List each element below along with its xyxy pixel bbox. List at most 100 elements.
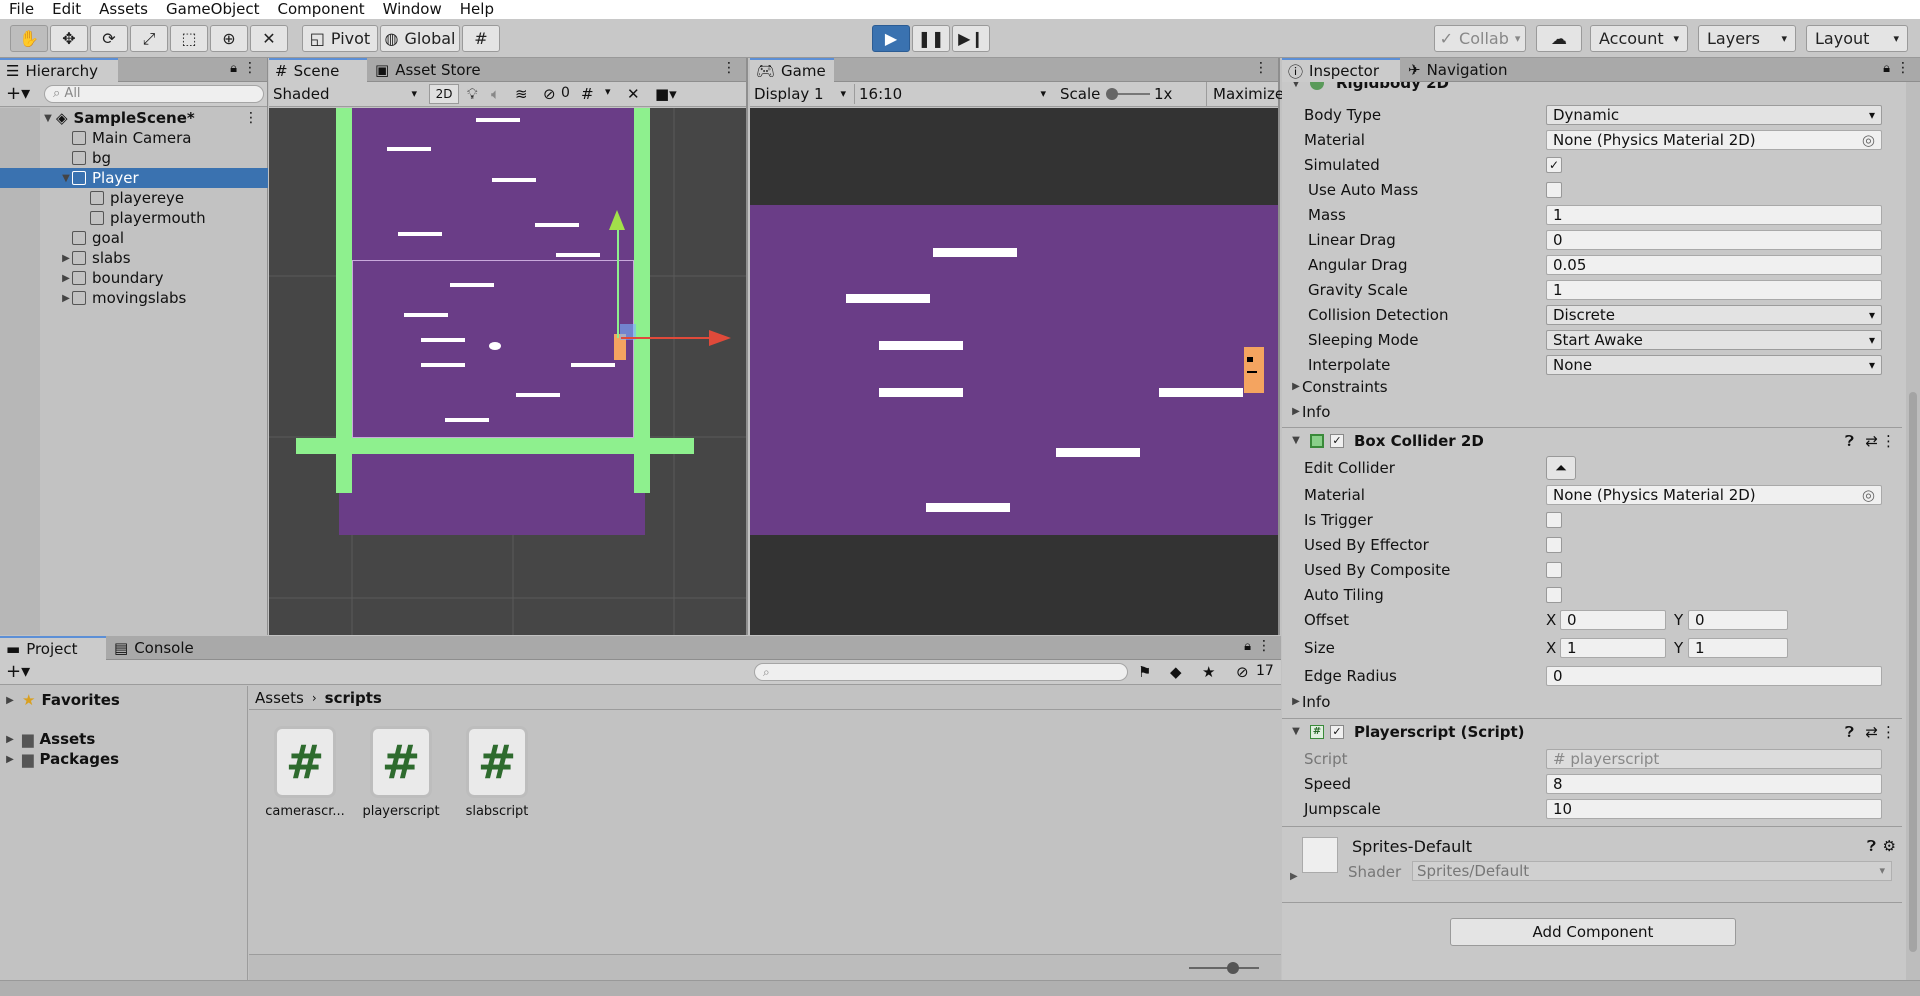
- filter-type-icon[interactable]: ⚑: [1138, 663, 1151, 681]
- step-button[interactable]: ▶❙: [952, 25, 990, 52]
- rigidbody-object-field[interactable]: None (Physics Material 2D) ◎: [1546, 129, 1882, 150]
- move-handle-y-axis[interactable]: [617, 228, 619, 338]
- kebab-menu-icon[interactable]: ⋮: [243, 60, 257, 76]
- layers-dropdown[interactable]: Layers ▾: [1698, 25, 1796, 52]
- playerscript-enabled-checkbox[interactable]: ✓: [1330, 724, 1344, 739]
- chevron-down-icon[interactable]: ▼: [60, 173, 72, 184]
- icon-size-slider-handle[interactable]: [1227, 962, 1239, 974]
- tab-scene[interactable]: # Scene: [269, 58, 367, 82]
- tab-inspector[interactable]: ⓘ Inspector: [1282, 58, 1400, 82]
- tab-console[interactable]: ▤ Console: [108, 636, 204, 660]
- menu-component[interactable]: Component: [269, 0, 374, 19]
- hierarchy-item[interactable]: Main Camera: [0, 128, 268, 148]
- breadcrumb-scripts[interactable]: scripts: [325, 689, 382, 707]
- inspector-scrollbar[interactable]: [1906, 82, 1920, 980]
- object-picker-icon[interactable]: ◎: [1862, 131, 1875, 149]
- play-button[interactable]: ▶: [872, 25, 910, 52]
- menu-window[interactable]: Window: [374, 0, 451, 19]
- gear-icon[interactable]: ⚙: [1883, 837, 1896, 855]
- custom-tool-button[interactable]: ✕: [250, 25, 288, 52]
- collider-info-foldout[interactable]: ▶ Info: [1282, 689, 1902, 714]
- scale-tool-button[interactable]: ⤢: [130, 25, 168, 52]
- kebab-menu-icon[interactable]: ⋮: [722, 60, 736, 76]
- hierarchy-item[interactable]: bg: [0, 148, 268, 168]
- tab-hierarchy[interactable]: ☰ Hierarchy: [0, 58, 118, 82]
- offset-x-field[interactable]: 0: [1560, 609, 1666, 630]
- hierarchy-item[interactable]: ▶ boundary: [0, 268, 268, 288]
- menu-assets[interactable]: Assets: [90, 0, 157, 19]
- inspector-scroll-thumb[interactable]: [1909, 392, 1917, 952]
- rigidbody-checkbox[interactable]: [1546, 181, 1562, 198]
- packages-row[interactable]: ▶ ▆ Packages: [0, 749, 248, 769]
- star-icon[interactable]: ★: [1202, 663, 1215, 681]
- edit-collider-button[interactable]: ⏶: [1546, 455, 1576, 480]
- playerscript-header[interactable]: ▼ # ✓ Playerscript (Script) ❓︎ ⇄ ⋮: [1282, 718, 1902, 744]
- script-asset[interactable]: # playerscript: [358, 726, 444, 819]
- label-icon[interactable]: ◆: [1170, 663, 1182, 681]
- breadcrumb-assets[interactable]: Assets: [255, 689, 304, 707]
- is-trigger-checkbox[interactable]: [1546, 511, 1562, 528]
- assets-row[interactable]: ▶ ▆ Assets: [0, 729, 248, 749]
- display-dropdown[interactable]: Display 1 ▾: [754, 84, 850, 104]
- collab-dropdown[interactable]: ✓ Collab ▾: [1434, 25, 1526, 52]
- chevron-right-icon[interactable]: ▶: [60, 273, 72, 284]
- scene-viewport[interactable]: [269, 108, 746, 635]
- menu-help[interactable]: Help: [451, 0, 503, 19]
- script-asset[interactable]: # slabscript: [454, 726, 540, 819]
- chevron-right-icon[interactable]: ▶: [60, 253, 72, 264]
- info-foldout[interactable]: ▶ Info: [1282, 399, 1902, 424]
- box-collider-enabled-checkbox[interactable]: ✓: [1330, 433, 1344, 448]
- favorites-row[interactable]: ▶ ★ Favorites: [0, 690, 248, 710]
- tab-game[interactable]: 🎮︎ Game: [750, 58, 834, 82]
- rotate-tool-button[interactable]: ⟳: [90, 25, 128, 52]
- kebab-menu-icon[interactable]: ⋮: [1881, 723, 1896, 741]
- collider-material-field[interactable]: None (Physics Material 2D) ◎: [1546, 484, 1882, 505]
- used-by-composite-checkbox[interactable]: [1546, 561, 1562, 578]
- transform-tool-button[interactable]: ⊕: [210, 25, 248, 52]
- size-y-field[interactable]: 1: [1688, 637, 1788, 658]
- grid-toggle-icon[interactable]: #: [581, 85, 594, 103]
- scene-root-row[interactable]: ▼ ◈ SampleScene* ⋮: [0, 108, 268, 128]
- hierarchy-item[interactable]: ▼ Player: [0, 168, 268, 188]
- rigidbody-number-field[interactable]: 0: [1546, 229, 1882, 250]
- hand-tool-button[interactable]: ✋: [10, 25, 48, 52]
- move-arrow-x-icon[interactable]: [709, 330, 731, 346]
- kebab-menu-icon[interactable]: ⋮: [1254, 60, 1268, 76]
- jumpscale-field[interactable]: 10: [1546, 798, 1882, 819]
- hierarchy-search-input[interactable]: ⌕ All: [44, 85, 264, 103]
- hierarchy-item[interactable]: playereye: [0, 188, 268, 208]
- cloud-button[interactable]: ☁: [1536, 25, 1582, 52]
- rigidbody-dropdown[interactable]: None: [1546, 354, 1882, 375]
- pivot-toggle[interactable]: ◱ Pivot: [302, 25, 378, 52]
- rigidbody-dropdown[interactable]: Start Awake: [1546, 329, 1882, 350]
- help-icon[interactable]: ❓︎: [1867, 837, 1876, 855]
- tab-asset-store[interactable]: ▣ Asset Store: [369, 58, 491, 82]
- constraints-foldout[interactable]: ▶ Constraints: [1282, 374, 1902, 399]
- tab-project[interactable]: ▬ Project: [0, 636, 106, 660]
- account-dropdown[interactable]: Account ▾: [1590, 25, 1688, 52]
- rigidbody-number-field[interactable]: 1: [1546, 204, 1882, 225]
- help-icon[interactable]: ❓︎: [1845, 432, 1854, 450]
- menu-gameobject[interactable]: GameObject: [157, 0, 269, 19]
- hidden-objects-icon[interactable]: ⊘: [543, 85, 556, 103]
- size-x-field[interactable]: 1: [1560, 637, 1666, 658]
- scale-slider-handle[interactable]: [1106, 88, 1118, 100]
- chevron-right-icon[interactable]: ▶: [1290, 871, 1298, 882]
- object-picker-icon[interactable]: ◎: [1862, 486, 1875, 504]
- camera-icon[interactable]: ■▾: [655, 85, 677, 103]
- kebab-menu-icon[interactable]: ⋮: [1896, 60, 1910, 76]
- add-icon[interactable]: +▾: [6, 661, 30, 682]
- light-icon[interactable]: 💡︎: [467, 85, 478, 103]
- add-icon[interactable]: +▾: [6, 83, 30, 104]
- move-arrow-y-icon[interactable]: [609, 210, 625, 230]
- preset-icon[interactable]: ⇄: [1865, 723, 1878, 741]
- menu-file[interactable]: File: [0, 0, 43, 19]
- chevron-down-icon[interactable]: ▾: [605, 85, 611, 98]
- 2d-mode-toggle[interactable]: 2D: [429, 84, 459, 104]
- lock-icon[interactable]: 🔒︎: [230, 61, 237, 76]
- box-collider-header[interactable]: ▼ ✓ Box Collider 2D ❓︎ ⇄ ⋮: [1282, 427, 1902, 453]
- speed-field[interactable]: 8: [1546, 773, 1882, 794]
- tools-icon[interactable]: ✕: [627, 85, 640, 103]
- maximize-toggle[interactable]: Maximize: [1206, 82, 1284, 106]
- icon-size-slider-track[interactable]: [1189, 967, 1259, 969]
